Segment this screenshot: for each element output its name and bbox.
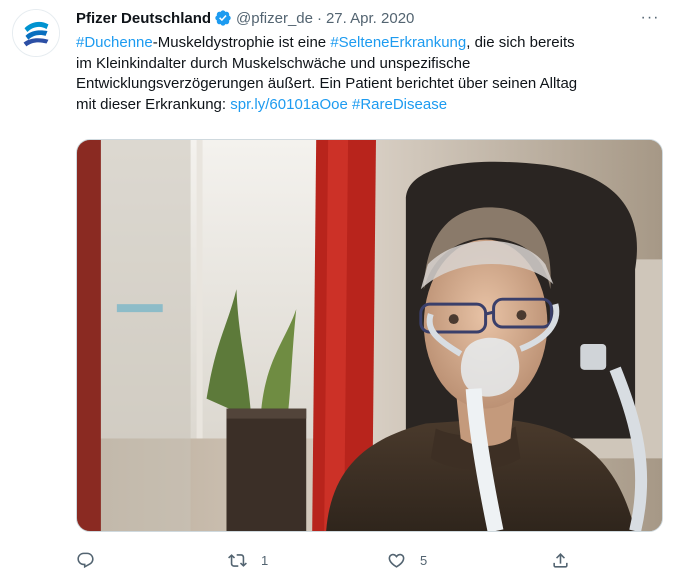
hashtag-selteneerkrankung[interactable]: #SelteneErkrankung [330,34,466,51]
tweet-media-photo[interactable] [76,139,663,532]
author-name[interactable]: Pfizer Deutschland [76,10,211,27]
hashtag-duchenne[interactable]: #Duchenne [76,34,153,51]
hashtag-raredisease[interactable]: #RareDisease [352,96,447,113]
retweet-count: 1 [261,552,269,568]
pfizer-logo-icon [13,10,59,56]
retweet-button[interactable]: 1 [228,544,268,576]
like-icon [388,553,405,568]
like-button[interactable]: 5 [387,544,427,576]
separator-dot: · [316,9,322,27]
text-line-2: im Kleinkindalter durch Muskelschwäche u… [76,54,471,72]
more-icon[interactable]: ··· [638,7,662,29]
avatar[interactable] [12,9,60,57]
verified-badge-icon [214,9,232,27]
short-link[interactable]: spr.ly/60101aOoe [230,96,348,113]
text-line-1: #Duchenne-Muskeldystrophie ist eine #Sel… [76,33,666,54]
reply-button[interactable] [76,544,109,576]
share-icon [553,552,568,568]
text-segment: mit dieser Erkrankung: [76,95,231,113]
tweet-text: #Duchenne-Muskeldystrophie ist eine #Sel… [76,33,666,115]
text-line-3: Entwicklungsverzögerungen äußert. Ein Pa… [76,75,578,92]
like-count: 5 [420,552,428,568]
retweet-icon [228,553,247,567]
patient-photo [77,140,662,531]
author-handle[interactable]: @pfizer_de [236,10,313,27]
text-line-4: mit dieser Erkrankung: spr.ly/60101aOoe … [76,95,666,116]
reply-icon [77,552,94,568]
tweet-date[interactable]: 27. Apr. 2020 [326,10,414,27]
tweet[interactable]: Pfizer Deutschland @pfizer_de · 27. Apr.… [0,0,680,581]
tweet-header: Pfizer Deutschland @pfizer_de · 27. Apr.… [76,7,414,29]
share-button[interactable] [551,544,584,576]
text-segment: -Muskeldystrophie ist eine [152,34,331,51]
tweet-actions: 1 5 [76,544,663,576]
text-segment: , die sich bereits [466,34,575,51]
